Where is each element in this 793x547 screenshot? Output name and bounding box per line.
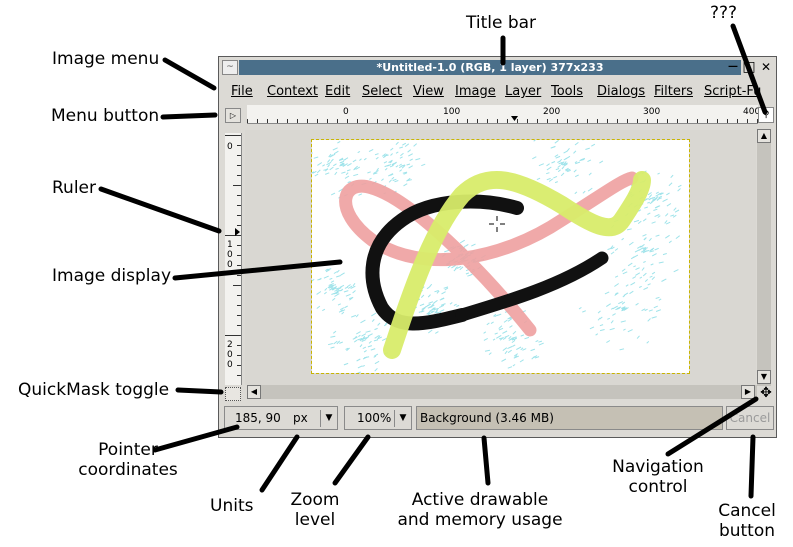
active-drawable: Background (3.46 MB) xyxy=(420,411,554,425)
zoom-level-box[interactable]: 100% ▼ xyxy=(344,406,412,430)
active-drawable-box: Background (3.46 MB) xyxy=(416,406,723,430)
units-dropdown-icon[interactable]: ▼ xyxy=(320,410,337,427)
vruler-label-0: 0 xyxy=(227,142,233,152)
line-drawable xyxy=(481,435,491,486)
image-window: ~ *Untitled-1.0 (RGB, 1 layer) 377x233 —… xyxy=(218,56,777,438)
navigation-control-icon[interactable]: ✥ xyxy=(759,386,773,400)
line-ruler xyxy=(98,186,222,234)
callout-title-bar: Title bar xyxy=(466,13,537,33)
scroll-right-icon[interactable]: ▶ xyxy=(741,385,755,399)
scroll-down-icon[interactable]: ▼ xyxy=(757,370,771,384)
callout-active-drawable: Active drawable and memory usage xyxy=(397,490,563,531)
callout-ruler: Ruler xyxy=(52,178,96,198)
menu-file[interactable]: File xyxy=(231,84,253,99)
ruler-label-400: 400 xyxy=(743,107,758,117)
image-canvas[interactable] xyxy=(308,133,690,374)
window-icon[interactable]: ~ xyxy=(222,60,238,75)
svg-text:0: 0 xyxy=(227,360,233,370)
menu-filters[interactable]: Filters xyxy=(654,84,693,99)
callout-units: Units xyxy=(210,496,254,516)
image-drawing xyxy=(308,133,682,374)
close-icon[interactable]: ✕ xyxy=(759,59,773,75)
vruler-label-200: 200 xyxy=(227,340,233,370)
minimize-icon[interactable]: — xyxy=(726,59,740,75)
menu-select[interactable]: Select xyxy=(362,84,402,99)
callout-image-display: Image display xyxy=(52,266,172,286)
vertical-ruler[interactable]: 0 100 200 xyxy=(225,133,242,385)
image-display[interactable] xyxy=(245,130,756,385)
menu-edit[interactable]: Edit xyxy=(325,84,350,99)
zoom-fit-icon[interactable]: ⚲ xyxy=(758,107,774,123)
callout-navigation-control: Navigation control xyxy=(612,457,704,498)
status-bar: 185, 90 px ▼ 100% ▼ Background (3.46 MB)… xyxy=(219,401,776,437)
callout-pointer-coordinates: Pointer coordinates xyxy=(78,440,178,481)
units-value[interactable]: px xyxy=(293,407,308,429)
menu-dialogs[interactable]: Dialogs xyxy=(597,84,645,99)
scroll-up-icon[interactable]: ▲ xyxy=(757,129,771,143)
vertical-scrollbar[interactable]: ▲ ▼ xyxy=(757,129,771,386)
window-title: *Untitled-1.0 (RGB, 1 layer) 377x233 xyxy=(239,60,741,75)
horizontal-ruler-ticks: 0 100 200 300 400 xyxy=(247,107,758,123)
vruler-pointer-marker xyxy=(235,228,240,236)
vruler-label-100: 100 xyxy=(227,240,233,270)
cancel-label: Cancel xyxy=(729,411,771,425)
svg-text:0: 0 xyxy=(227,260,233,270)
callout-zoom-level: Zoom level xyxy=(290,490,340,531)
line-menu-button xyxy=(160,112,218,120)
menu-button[interactable]: ▷ xyxy=(225,108,241,123)
menu-layer[interactable]: Layer xyxy=(505,84,541,99)
menu-script-fu[interactable]: Script-Fu xyxy=(704,84,761,99)
pointer-coordinates: 185, 90 xyxy=(235,411,281,425)
ruler-label-300: 300 xyxy=(643,107,660,117)
ruler-label-0: 0 xyxy=(343,107,349,117)
crosshair-cursor xyxy=(489,216,505,232)
menu-tools[interactable]: Tools xyxy=(551,84,583,99)
zoom-dropdown-icon[interactable]: ▼ xyxy=(394,410,411,427)
line-units xyxy=(259,434,300,493)
horizontal-ruler[interactable]: 0 100 200 300 400 xyxy=(247,105,758,124)
menu-image[interactable]: Image xyxy=(455,84,496,99)
line-cancel xyxy=(748,434,756,499)
menu-context[interactable]: Context xyxy=(267,84,318,99)
cancel-button[interactable]: Cancel xyxy=(726,406,774,430)
line-zoom xyxy=(332,434,371,486)
pointer-coordinates-box: 185, 90 px ▼ xyxy=(224,406,338,430)
zoom-level[interactable]: 100% xyxy=(357,407,391,429)
svg-text:0: 0 xyxy=(227,250,233,260)
line-image-menu xyxy=(162,57,217,91)
svg-text:2: 2 xyxy=(227,340,233,350)
callout-unknown: ??? xyxy=(710,3,738,23)
menu-view[interactable]: View xyxy=(413,84,444,99)
ruler-pointer-marker xyxy=(511,116,518,121)
quickmask-toggle[interactable] xyxy=(225,387,241,401)
vertical-ruler-ticks: 0 100 200 xyxy=(225,135,241,376)
callout-cancel-button: Cancel button xyxy=(718,501,776,542)
title-bar[interactable]: ~ *Untitled-1.0 (RGB, 1 layer) 377x233 —… xyxy=(219,57,776,79)
maximize-icon[interactable]: □ xyxy=(742,59,756,75)
ruler-label-200: 200 xyxy=(543,107,560,117)
scroll-left-icon[interactable]: ◀ xyxy=(247,385,261,399)
svg-text:0: 0 xyxy=(227,350,233,360)
image-menu-bar: File Context Edit Select View Image Laye… xyxy=(219,79,776,103)
callout-menu-button: Menu button xyxy=(51,106,160,126)
ruler-label-100: 100 xyxy=(443,107,460,117)
line-quickmask xyxy=(175,387,224,395)
svg-text:1: 1 xyxy=(227,240,233,250)
horizontal-scrollbar[interactable]: ◀ ▶ xyxy=(247,385,757,399)
callout-quickmask-toggle: QuickMask toggle xyxy=(18,380,170,400)
callout-image-menu: Image menu xyxy=(52,49,160,69)
